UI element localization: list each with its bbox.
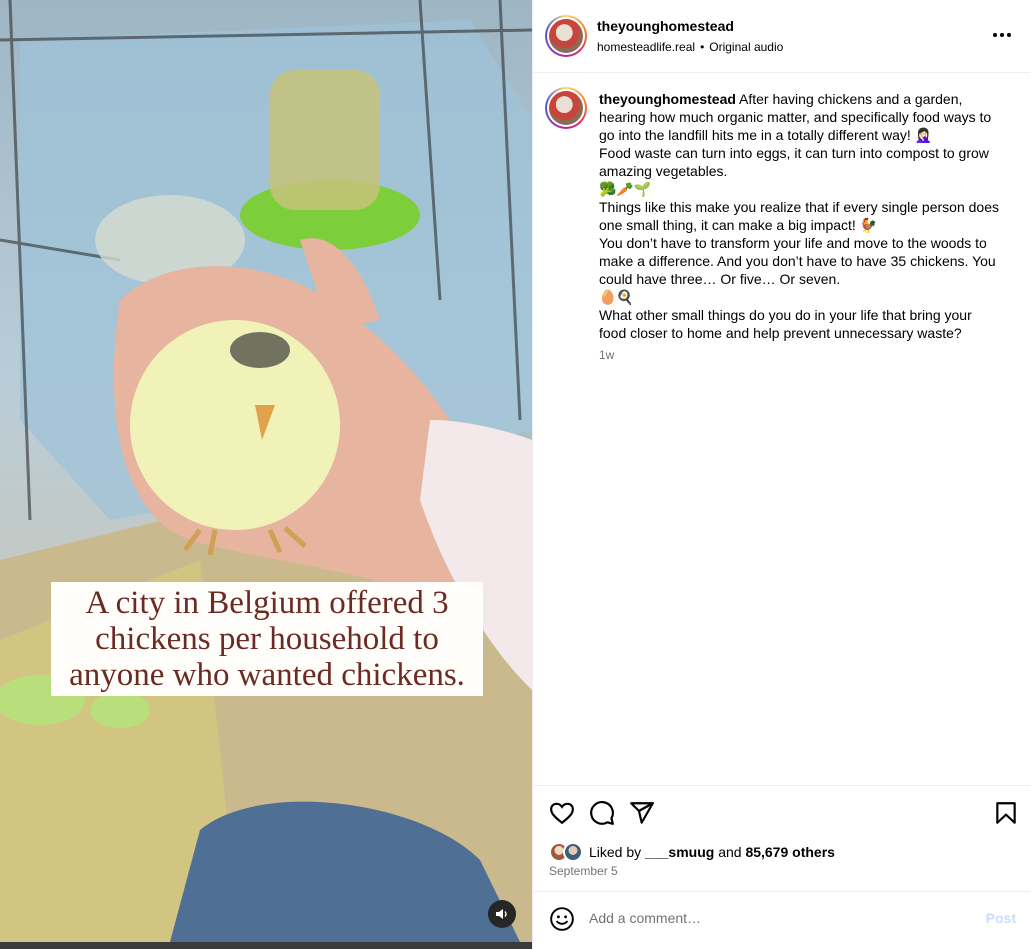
caption-line: 🥚🍳 [599,289,634,305]
post-media[interactable]: A city in Belgium offered 3 chickens per… [0,0,532,942]
post-header: theyounghomestead homesteadlife.real • Ori… [533,0,1031,73]
save-button[interactable] [993,800,1019,826]
liked-by-user-link[interactable]: ___smuug [645,844,714,860]
comment-button[interactable] [589,800,615,826]
caption-line: What other small things do you do in you… [599,307,972,341]
comments-section: theyounghomestead After having chickens … [533,74,1031,785]
speaker-icon [496,909,507,919]
post-caption: theyounghomestead After having chickens … [599,90,999,342]
emoji-icon [550,907,574,931]
bookmark-icon [996,802,1016,824]
add-comment-bar: Post [533,891,1031,943]
send-icon [630,802,654,824]
collab-account-link[interactable]: homesteadlife.real [597,40,695,54]
chick-photo [0,0,532,942]
audio-toggle-button[interactable] [488,900,516,928]
comment-input[interactable] [589,905,969,931]
liked-by-and: and [718,844,742,860]
subtitle-separator: • [700,40,705,54]
caption-timestamp[interactable]: 1w [599,348,614,362]
video-caption-box: A city in Belgium offered 3 chickens per… [51,582,483,696]
emoji-button[interactable] [549,906,575,932]
header-subtitle: homesteadlife.real • Original audio [597,40,783,54]
liked-by-text: Liked by ___smuug and 85,679 others [589,844,835,860]
liked-by-prefix: Liked by [589,844,642,860]
liked-by-others-link[interactable]: 85,679 others [745,844,835,860]
caption-line: Things like this make you realize that i… [599,199,999,233]
original-audio-link[interactable]: Original audio [709,40,783,54]
post-side-panel: theyounghomestead homesteadlife.real • Ori… [532,0,1031,949]
caption-line: Food waste can turn into eggs, it can tu… [599,145,989,179]
caption-line: You don’t have to transform your life an… [599,235,996,287]
caption-username[interactable]: theyounghomestead [599,91,736,107]
post-actions: Liked by ___smuug and 85,679 others Sept… [533,785,1031,891]
video-caption-text: A city in Belgium offered 3 chickens per… [69,585,465,693]
heart-icon [550,802,574,825]
more-horizontal-icon [993,33,1011,37]
liked-by-row: Liked by ___smuug and 85,679 others [549,841,835,863]
caption-author-avatar[interactable] [545,87,587,129]
caption-line: 🥦🥕🌱 [599,181,652,197]
liker-avatar[interactable] [563,842,583,862]
post-comment-button[interactable]: Post [986,910,1016,926]
post-date[interactable]: September 5 [549,864,618,878]
like-button[interactable] [549,800,575,826]
more-options-button[interactable] [990,25,1014,45]
author-avatar[interactable] [545,15,587,57]
author-username[interactable]: theyounghomestead [597,18,734,34]
comment-icon [590,801,614,825]
share-button[interactable] [629,800,655,826]
